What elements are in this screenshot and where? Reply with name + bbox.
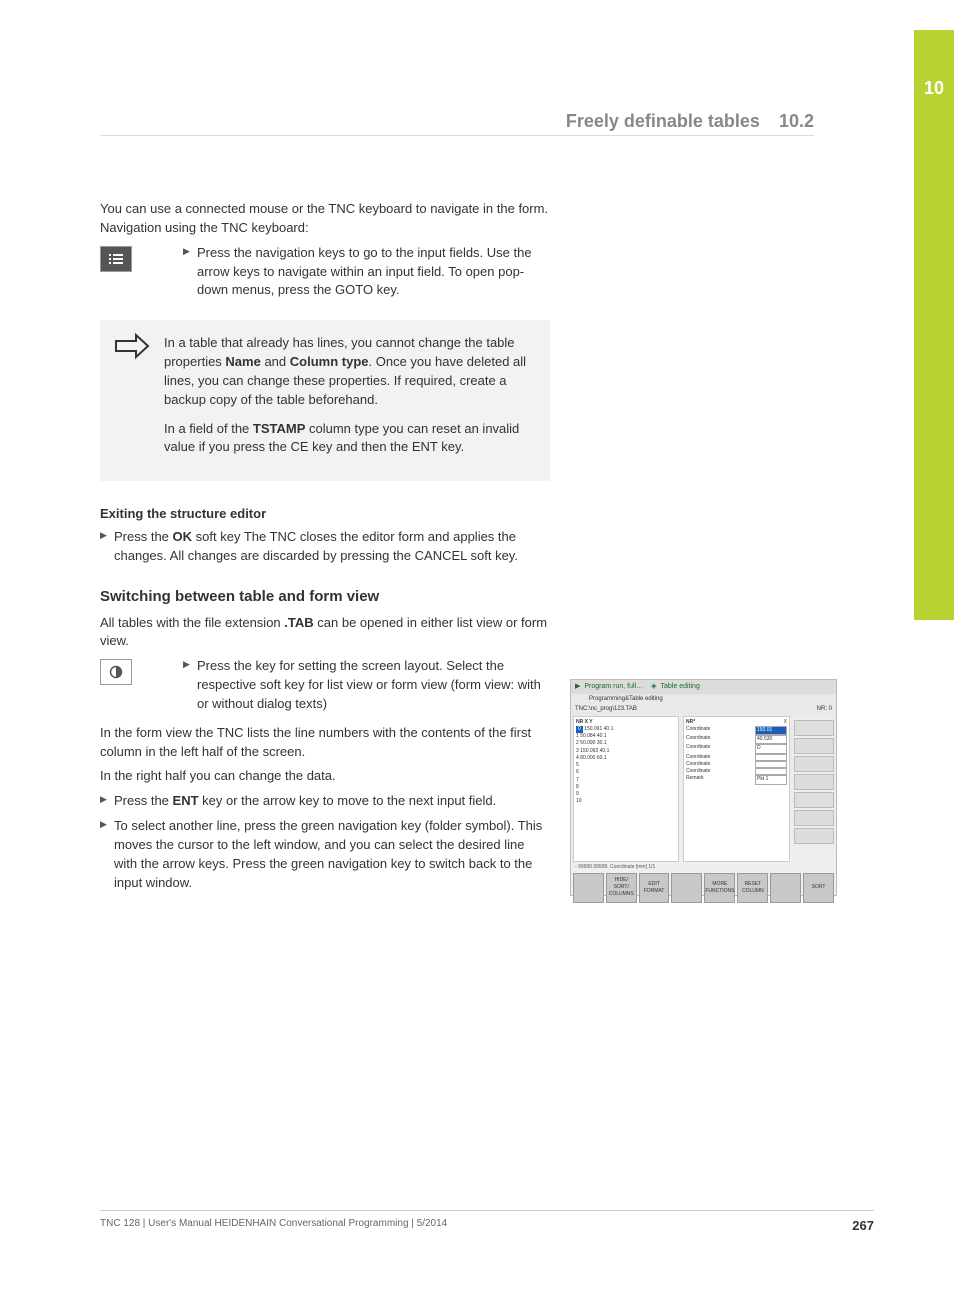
page-number: 267 [852, 1217, 874, 1237]
section2-intro: All tables with the file extension .TAB … [100, 614, 550, 652]
tnc-screenshot: ▶ Program run, full… ◈ Table editing Pro… [570, 679, 837, 896]
intro-text: You can use a connected mouse or the TNC… [100, 200, 550, 238]
header-title: Freely definable tables [566, 111, 760, 131]
navkeys-text: Press the navigation keys to go to the i… [197, 244, 550, 301]
formview-p2: In the right half you can change the dat… [100, 767, 550, 786]
screenshot-icon2: ◈ [651, 682, 656, 692]
note-box: In a table that already has lines, you c… [100, 320, 550, 481]
list-icon [100, 246, 132, 272]
note-p2: In a field of the TSTAMP column type you… [164, 420, 532, 458]
note-arrow-icon [114, 330, 164, 467]
main-content: You can use a connected mouse or the TNC… [100, 200, 550, 901]
layout-text: Press the key for setting the screen lay… [197, 657, 550, 714]
bullet-ent: Press the ENT key or the arrow key to mo… [100, 792, 550, 811]
page-footer: TNC 128 | User's Manual HEIDENHAIN Conve… [100, 1210, 874, 1237]
screenshot-titlebar: ▶ Program run, full… ◈ Table editing [571, 680, 836, 694]
chapter-tab: 10 [914, 30, 954, 620]
screenshot-softkeys: HIDE/ SORT/ COLUMNS EDIT FORMAT MORE FUN… [571, 871, 836, 905]
section2-heading: Switching between table and form view [100, 586, 550, 608]
screenshot-subbar: Programming&Table editing [571, 694, 836, 705]
formview-p1: In the form view the TNC lists the line … [100, 724, 550, 762]
navkeys-instruction: Press the navigation keys to go to the i… [100, 244, 550, 301]
screenshot-left-pane: NR X Y 0 150.091 40.11 50.084 40.12 50.0… [573, 716, 679, 862]
screen-layout-icon [100, 659, 132, 685]
layout-instruction: Press the key for setting the screen lay… [100, 657, 550, 714]
bullet-navgrn: To select another line, press the green … [100, 817, 550, 892]
screenshot-body: NR X Y 0 150.091 40.11 50.084 40.12 50.0… [571, 714, 836, 864]
screenshot-right-pane [794, 716, 834, 862]
exit-bullet: Press the OK soft key The TNC closes the… [100, 528, 550, 566]
header-rule [100, 135, 814, 136]
exit-list: Press the OK soft key The TNC closes the… [100, 528, 550, 566]
chapter-number: 10 [914, 75, 954, 101]
footer-meta: TNC 128 | User's Manual HEIDENHAIN Conve… [100, 1217, 447, 1237]
page-header: Freely definable tables 10.2 [566, 108, 814, 134]
note-text: In a table that already has lines, you c… [164, 334, 532, 467]
header-section: 10.2 [779, 111, 814, 131]
screenshot-mid-pane: NR*X Coordinate150.01Coordinate40.530Coo… [683, 716, 790, 862]
screenshot-icon: ▶ [575, 682, 580, 692]
nav-list: Press the ENT key or the arrow key to mo… [100, 792, 550, 892]
note-p1: In a table that already has lines, you c… [164, 334, 532, 409]
exit-heading: Exiting the structure editor [100, 505, 550, 524]
